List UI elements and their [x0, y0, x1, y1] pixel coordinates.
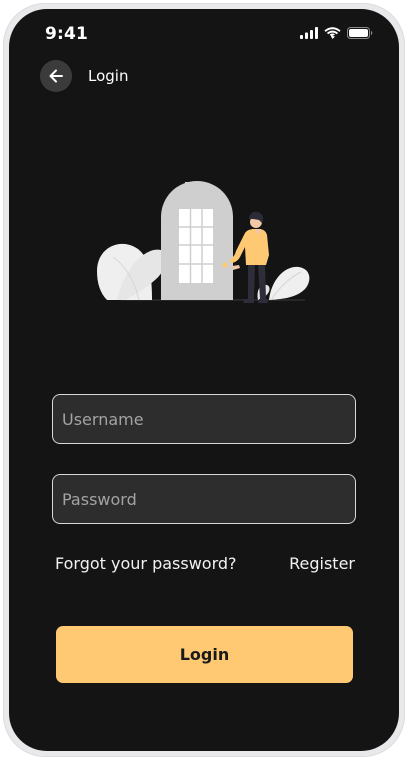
- status-time: 9:41: [45, 24, 89, 44]
- login-screen: 9:41 Login Username Forgot your password…: [9, 9, 399, 751]
- arrow-left-icon: [49, 69, 63, 83]
- login-button[interactable]: Login: [56, 626, 353, 683]
- username-field[interactable]: [52, 394, 356, 444]
- header: Login: [40, 60, 128, 92]
- door-illustration: [97, 181, 310, 303]
- signal-icon: [300, 27, 318, 39]
- forgot-password-link[interactable]: Forgot your password?: [55, 554, 237, 573]
- back-button[interactable]: [40, 60, 72, 92]
- register-link[interactable]: Register: [289, 554, 355, 573]
- wifi-icon: [324, 27, 341, 39]
- door-window: [179, 209, 213, 283]
- person-figure: [229, 211, 269, 303]
- page-title: Login: [88, 67, 129, 85]
- status-bar: 9:41: [9, 9, 399, 59]
- auth-links: Forgot your password? Register: [55, 554, 355, 573]
- password-field[interactable]: [52, 474, 356, 524]
- status-icons: [300, 27, 373, 39]
- battery-icon: [347, 27, 373, 39]
